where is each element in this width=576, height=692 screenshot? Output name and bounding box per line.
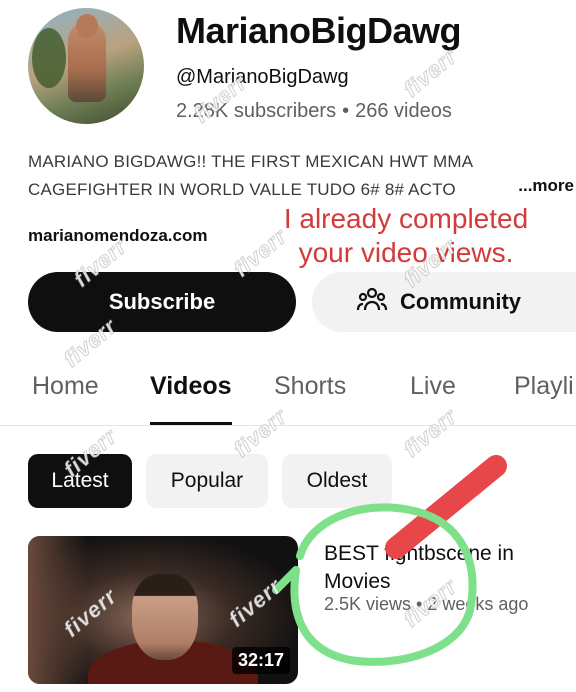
- avatar-tree-shape: [32, 28, 66, 88]
- chip-oldest[interactable]: Oldest: [282, 454, 392, 508]
- active-tab-indicator: [150, 422, 232, 425]
- channel-description[interactable]: MARIANO BIGDAWG!! THE FIRST MEXICAN HWT …: [28, 148, 548, 204]
- channel-tabs: Home Videos Shorts Live Playli: [0, 360, 576, 426]
- more-button[interactable]: ...more: [512, 176, 574, 196]
- tab-videos[interactable]: Videos: [150, 372, 232, 401]
- channel-handle: @MarianoBigDawg: [176, 66, 349, 88]
- video-duration: 32:17: [231, 647, 290, 674]
- annotation-note-line: I already completed: [283, 203, 529, 234]
- avatar-head-shape: [76, 14, 98, 38]
- video-views: 2.5K views: [324, 594, 412, 614]
- tab-live[interactable]: Live: [410, 372, 456, 401]
- channel-avatar[interactable]: [28, 8, 144, 124]
- video-title-line: BEST fightbscene in: [324, 542, 514, 565]
- tab-playlists[interactable]: Playli: [514, 372, 574, 401]
- stats-separator: •: [342, 100, 350, 122]
- thumbnail-figure-face: [132, 574, 198, 660]
- watermark: fiverr: [398, 43, 462, 102]
- description-line: CAGEFIGHTER IN WORLD VALLE TUDO 6# 8# AC…: [28, 180, 456, 199]
- red-check-stroke: [385, 455, 507, 559]
- tab-home[interactable]: Home: [32, 372, 99, 401]
- community-button[interactable]: Community: [312, 272, 576, 332]
- chip-popular[interactable]: Popular: [146, 454, 268, 508]
- community-label: Community: [400, 289, 521, 314]
- annotation-note: I already completed your video views.: [266, 202, 546, 270]
- tab-shorts[interactable]: Shorts: [274, 372, 346, 401]
- subscribe-button[interactable]: Subscribe: [28, 272, 296, 332]
- channel-name: MarianoBigDawg: [176, 10, 462, 51]
- people-icon: [356, 283, 388, 321]
- description-line: MARIANO BIGDAWG!! THE FIRST MEXICAN HWT …: [28, 152, 474, 171]
- video-count: 266 videos: [355, 100, 452, 122]
